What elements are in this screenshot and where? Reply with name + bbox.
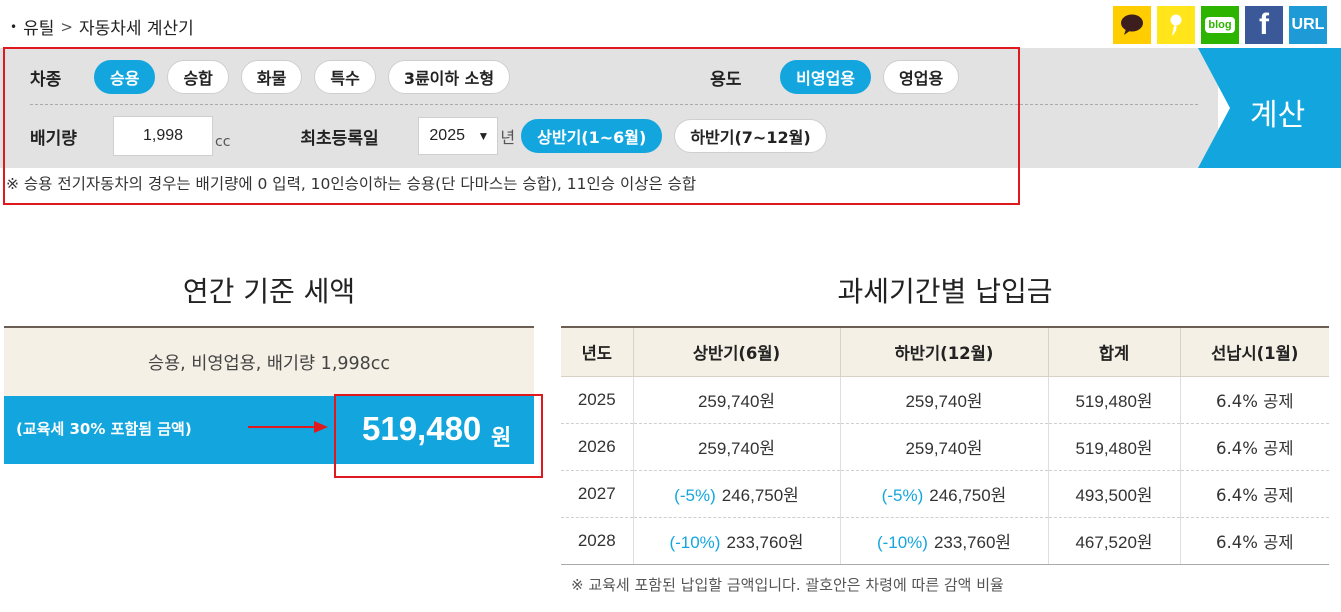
cell-first-half: (-5%) 246,750원 [633,470,841,518]
url-icon[interactable]: URL [1289,6,1327,44]
cell-second-half: (-5%) 246,750원 [840,470,1049,518]
share-bar: blog f URL [1113,6,1327,44]
col-total: 합계 [1048,327,1181,377]
arrow-right-icon [248,421,328,433]
cell-first-discount: (-5%) [674,486,716,505]
breadcrumb: • 유틸 > 자동차세 계산기 [10,14,194,40]
cell-total: 467,520원 [1048,517,1181,565]
annual-title: 연간 기준 세액 [182,275,356,308]
cell-first-half: (-10%) 233,760원 [633,517,841,565]
payments-table: 년도 상반기(6월) 하반기(12월) 합계 선납시(1월) 2025 259,… [561,326,1329,565]
breadcrumb-bullet: • [10,19,18,34]
col-second-half: 하반기(12월) [840,327,1049,377]
cell-year: 2025 [561,376,634,424]
cell-prepay: 6.4% 공제 [1180,517,1329,565]
cell-prepay: 6.4% 공제 [1180,376,1329,424]
cell-second-amount: 259,740원 [905,439,983,458]
cell-second-half: 259,740원 [840,423,1049,471]
kakaostory-icon[interactable] [1157,6,1195,44]
table-row: 2026 259,740원 259,740원 519,480원 6.4% 공제 [561,423,1329,471]
table-header-row: 년도 상반기(6월) 하반기(12월) 합계 선납시(1월) [561,327,1329,377]
facebook-glyph: f [1259,8,1269,41]
cell-second-amount: 246,750원 [929,486,1007,505]
highlight-box-amount [334,394,543,478]
blog-label: blog [1205,17,1235,33]
cell-first-amount: 259,740원 [697,392,776,411]
col-first-half: 상반기(6월) [633,327,841,377]
cell-total: 519,480원 [1048,423,1181,471]
cell-year: 2028 [561,517,634,565]
breadcrumb-current: 자동차세 계산기 [78,19,194,39]
facebook-icon[interactable]: f [1245,6,1283,44]
annual-amount-label: (교육세 30% 포함됨 금액) [16,420,192,438]
cell-prepay: 6.4% 공제 [1180,470,1329,518]
cell-first-discount: (-10%) [669,533,721,552]
cell-first-half: 259,740원 [633,423,841,471]
col-prepay: 선납시(1월) [1180,327,1329,377]
blog-icon[interactable]: blog [1201,6,1239,44]
table-row: 2028 (-10%) 233,760원 (-10%) 233,760원 467,5… [561,517,1329,565]
table-row: 2027 (-5%) 246,750원 (-5%) 246,750원 493,500… [561,470,1329,518]
highlight-box-form [3,47,1020,205]
cell-second-discount: (-10%) [876,533,928,552]
cell-second-amount: 259,740원 [905,392,983,411]
url-label: URL [1291,16,1325,33]
payments-title: 과세기간별 납입금 [837,275,1053,308]
table-row: 2025 259,740원 259,740원 519,480원 6.4% 공제 [561,376,1329,424]
cell-second-half: 259,740원 [840,376,1049,424]
cell-first-amount: 246,750원 [721,486,799,505]
kakaotalk-icon[interactable] [1113,6,1151,44]
cell-first-amount: 259,740원 [697,439,776,458]
cell-year: 2026 [561,423,634,471]
col-year: 년도 [561,327,634,377]
annual-summary: 승용, 비영업용, 배기량 1,998cc [4,326,534,396]
cell-total: 493,500원 [1048,470,1181,518]
cell-first-amount: 233,760원 [726,533,804,552]
cell-second-amount: 233,760원 [933,533,1012,552]
cell-second-discount: (-5%) [881,486,924,505]
breadcrumb-separator: > [60,17,73,36]
cell-prepay: 6.4% 공제 [1180,423,1329,471]
payments-note: ※ 교육세 포함된 납입할 금액입니다. 괄호안은 차령에 따른 감액 비율 [571,576,1004,594]
cell-second-half: (-10%) 233,760원 [840,517,1049,565]
breadcrumb-parent[interactable]: 유틸 [23,14,54,39]
cell-year: 2027 [561,470,634,518]
calculate-button-label[interactable]: 계산 [1250,90,1305,134]
cell-total: 519,480원 [1048,376,1181,424]
cell-first-half: 259,740원 [633,376,841,424]
